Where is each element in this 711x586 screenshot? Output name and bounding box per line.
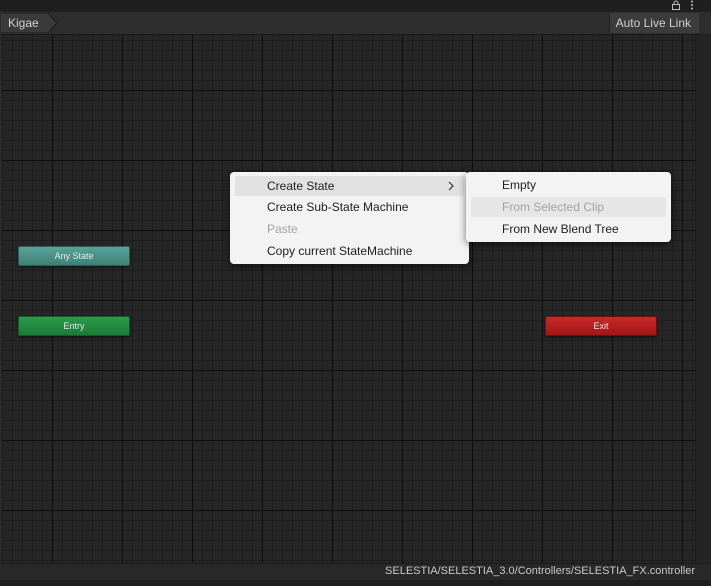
entry-node[interactable]: Entry (18, 316, 130, 336)
breadcrumb-label: Kigae (8, 16, 39, 30)
window-bottom-strip (0, 580, 711, 586)
controller-path: SELESTIA/SELESTIA_3.0/Controllers/SELEST… (385, 565, 695, 577)
submenu-item-label: Empty (502, 178, 537, 192)
exit-node[interactable]: Exit (545, 316, 657, 336)
status-footer: SELESTIA/SELESTIA_3.0/Controllers/SELEST… (0, 563, 711, 581)
create-state-submenu: Empty From Selected Clip From New Blend … (466, 172, 671, 242)
window-top-strip (0, 0, 711, 12)
kebab-menu-icon[interactable] (689, 0, 695, 10)
menu-item-copy-current-statemachine[interactable]: Copy current StateMachine (235, 241, 464, 261)
any-state-node[interactable]: Any State (18, 246, 130, 266)
menu-item-create-sub-state-machine[interactable]: Create Sub-State Machine (235, 197, 464, 217)
menu-item-paste: Paste (235, 219, 464, 239)
submenu-item-empty[interactable]: Empty (471, 175, 666, 195)
graph-scrollbar[interactable] (695, 35, 711, 563)
animator-window: Kigae Auto Live Link Any State Entry Exi… (0, 0, 711, 586)
breadcrumb[interactable]: Kigae (0, 13, 58, 33)
auto-live-link-button[interactable]: Auto Live Link (608, 13, 699, 33)
submenu-item-from-new-blend-tree[interactable]: From New Blend Tree (471, 219, 666, 239)
state-machine-graph[interactable] (2, 35, 696, 563)
chevron-right-icon (448, 181, 454, 191)
graph-toolbar: Kigae Auto Live Link (0, 12, 711, 35)
menu-item-create-state[interactable]: Create State (235, 176, 464, 196)
menu-item-label: Create State (267, 179, 335, 193)
context-menu: Create State Create Sub-State Machine Pa… (230, 172, 469, 264)
menu-item-label: Copy current StateMachine (267, 244, 413, 258)
submenu-item-from-selected-clip: From Selected Clip (471, 197, 666, 217)
submenu-item-label: From Selected Clip (502, 200, 605, 214)
menu-item-label: Paste (267, 222, 298, 236)
submenu-item-label: From New Blend Tree (502, 222, 619, 236)
lock-icon[interactable] (671, 0, 681, 10)
menu-item-label: Create Sub-State Machine (267, 200, 409, 214)
